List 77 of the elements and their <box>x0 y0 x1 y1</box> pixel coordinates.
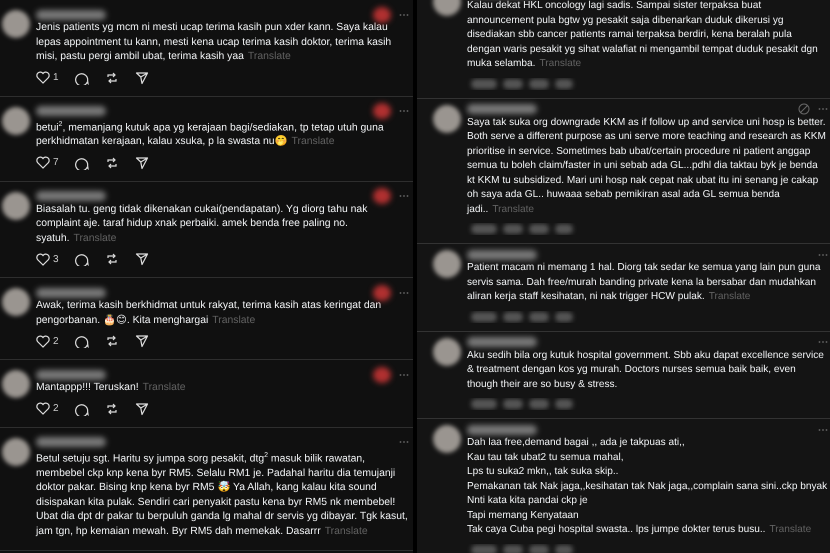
hidden-icon[interactable] <box>798 103 810 115</box>
reply-text: Jenis patients yg mcm ni mesti ucap terima kasih pun xder kann. Saya kalau lepas appointment tu kann, mesti kena ucap terima kasih doktor, terima kasih misi, pastu pergi ambil ubat, terima kasih yaa Translate <box>36 21 392 64</box>
more-icon[interactable] <box>399 109 409 113</box>
blurred-username <box>36 191 106 202</box>
repost-icon[interactable] <box>104 156 119 170</box>
share-icon[interactable] <box>134 70 149 84</box>
like-count: 7 <box>53 157 59 168</box>
translate-link[interactable]: Translate <box>492 204 534 214</box>
reply-text: betui$^{2}$, memanjang kutuk apa yg kerajaan bagi/sediakan, tp tetap utuh guna perkhidmatan kerajaan, kalau xsuka, p la swasta nu🤭 Translate <box>36 120 385 150</box>
translate-link[interactable]: Translate <box>212 314 256 326</box>
blurred-username <box>36 10 106 20</box>
more-icon[interactable] <box>818 107 828 111</box>
blurred-username <box>467 250 537 260</box>
blurred-username <box>36 437 106 448</box>
translate-link[interactable]: Translate <box>324 526 368 537</box>
reply-text: Patient macam ni memang 1 hal. Diorg tak sedar ke semua yang lain pun guna servis sama. Dah free/murah banding private kena la bersabar dan mudahkan aliran kerja staff kesihatan, ni nak trigger HCW pulak. Translate <box>467 261 822 304</box>
repost-icon[interactable] <box>104 252 119 266</box>
more-icon[interactable] <box>399 290 409 295</box>
reply-text: Aku sedih bila org kutuk hospital government. Sbb aku dapat excellence service & treatment dengan kos yg murah. Doctors nurses semua baik baik, even though their are so busy & stress. <box>467 348 825 392</box>
translate-link[interactable]: Translate <box>142 382 186 394</box>
reply-text: Dah laa free,demand bagai ,, ada je takpuas ati,, Kau tau tak ubat2 tu semua mahal, Lps tu suka2 mkn,, tak suka skip.. Pemakanan tak Nak jaga,,kesihatan tak Nak jaga,,complain sana sini..ckp bnyak Nnti kata kita pandai ckp je Tapi memang Kenyataan Tak caya Cuba pegi hospital swasta.. lps jumpe dokter terus busu.. Translate <box>467 436 828 537</box>
blurred-username <box>467 104 537 114</box>
blurred-username <box>36 288 106 298</box>
comment-icon[interactable] <box>74 252 89 266</box>
share-icon[interactable] <box>134 334 149 348</box>
avatar[interactable] <box>433 104 461 132</box>
heart-icon[interactable] <box>36 71 50 84</box>
comment-icon[interactable] <box>74 156 89 170</box>
translate-link[interactable]: Translate <box>539 58 582 69</box>
avatar[interactable] <box>2 288 30 316</box>
heart-icon[interactable] <box>36 252 50 266</box>
avatar[interactable] <box>433 250 461 278</box>
blurred-username <box>467 424 537 434</box>
more-icon[interactable] <box>818 340 828 344</box>
heart-icon[interactable] <box>36 156 50 170</box>
avatar[interactable] <box>2 438 30 466</box>
like-count: 2 <box>53 403 59 414</box>
comment-icon[interactable] <box>74 334 89 348</box>
repost-icon[interactable] <box>104 334 119 348</box>
like-count: 3 <box>53 254 59 265</box>
more-icon[interactable] <box>818 252 828 256</box>
share-icon[interactable] <box>134 156 149 170</box>
translate-link[interactable]: Translate <box>770 524 812 535</box>
heart-icon[interactable] <box>36 334 50 348</box>
heart-icon[interactable] <box>36 402 50 416</box>
blurred-username <box>467 337 537 347</box>
comment-icon[interactable] <box>74 402 89 416</box>
repost-icon[interactable] <box>104 70 119 84</box>
avatar[interactable] <box>2 10 30 38</box>
comment-icon[interactable] <box>74 70 89 84</box>
share-icon[interactable] <box>134 252 149 266</box>
avatar[interactable] <box>433 338 461 366</box>
reply-text: Awak, terima kasih berkhidmat untuk rakyat, terima kasih atas keringat dan pengorbanan. 🎂😊. Kita menghargai Translate <box>36 299 382 328</box>
translate-link[interactable]: Translate <box>248 51 291 62</box>
avatar[interactable] <box>433 425 461 453</box>
avatar[interactable] <box>2 106 30 134</box>
translate-link[interactable]: Translate <box>708 291 750 302</box>
blurred-username <box>36 370 106 380</box>
reply-text: Biasalah tu. geng tidak dikenakan cukai(pendapatan). Yg diorg tahu nak complaint aje. taraf hidup xnak perbaiki. amek benda free paling no. syatuh. Translate <box>36 202 368 246</box>
reply-text: Kalau dekat HKL oncology lagi sadis. Sampai sister terpaksa buat announcement pula bgtw yg pesakit saja dibenarkan duduk dikerusi yg disediakan sbb cancer patients ramai terpaksa berdiri, kena beralah pula dengan waris pesakit yg sihat walafiat ni mengambil tempat duduk pesakit dgn muka selamba. Translate <box>467 0 819 71</box>
reply-text: Saya tak suka org downgrade KKM as if follow up and service uni hosp is better. Both serve a different purpose as uni serve more teaching and research as KKM prioritise in service. Sometimes bab ubat/certain procedure ni patient anggap semua tu boleh claim/faster in uni sebab ada GL...pdhl dia taktau byk je benda kt KKM tu subsidized. Mari uni hosp nak cepat nak ubat itu ini senang je cakap oh saya ada GL.. huwaaa sebab pemikiran asal ada GL semua benda jadi.. Translate <box>467 116 827 216</box>
more-icon[interactable] <box>818 428 828 432</box>
like-count: 1 <box>53 72 59 83</box>
reply-text: Mantappp!!! Teruskan! Translate <box>36 381 187 396</box>
avatar[interactable] <box>2 370 30 398</box>
translate-link[interactable]: Translate <box>292 136 334 148</box>
repost-icon[interactable] <box>104 402 119 416</box>
like-count: 2 <box>53 336 59 347</box>
translate-link[interactable]: Translate <box>74 232 116 244</box>
more-icon[interactable] <box>399 440 409 444</box>
more-icon[interactable] <box>399 12 409 16</box>
blurred-username <box>36 106 106 116</box>
reply-text: Betul setuju sgt. Haritu sy jumpa sorg pesakit, dtg$^{2}$ masuk bilik rawatan, membebel ckp knp kena byr RM5. Selalu RM1 je. Padahal haritu dia temujanji doktor pakar. Bising knp kena byr RM5 🤯 Ya Allah, kang kalau kita sound disispakan kita pulak. Sendiri cari penyakit pastu kena byr RM5 nk membebel! Ubat dia dpt dr pakar tu berpuluh ganda lg mahal dr servis yg dibayar. Tgk kasut, jam tgn, hp kemaian mewah. Byr RM5 dah memekak. Dasarrr Translate <box>36 450 409 539</box>
share-icon[interactable] <box>134 402 149 416</box>
avatar[interactable] <box>2 192 30 220</box>
more-icon[interactable] <box>399 194 409 198</box>
more-icon[interactable] <box>399 372 409 377</box>
